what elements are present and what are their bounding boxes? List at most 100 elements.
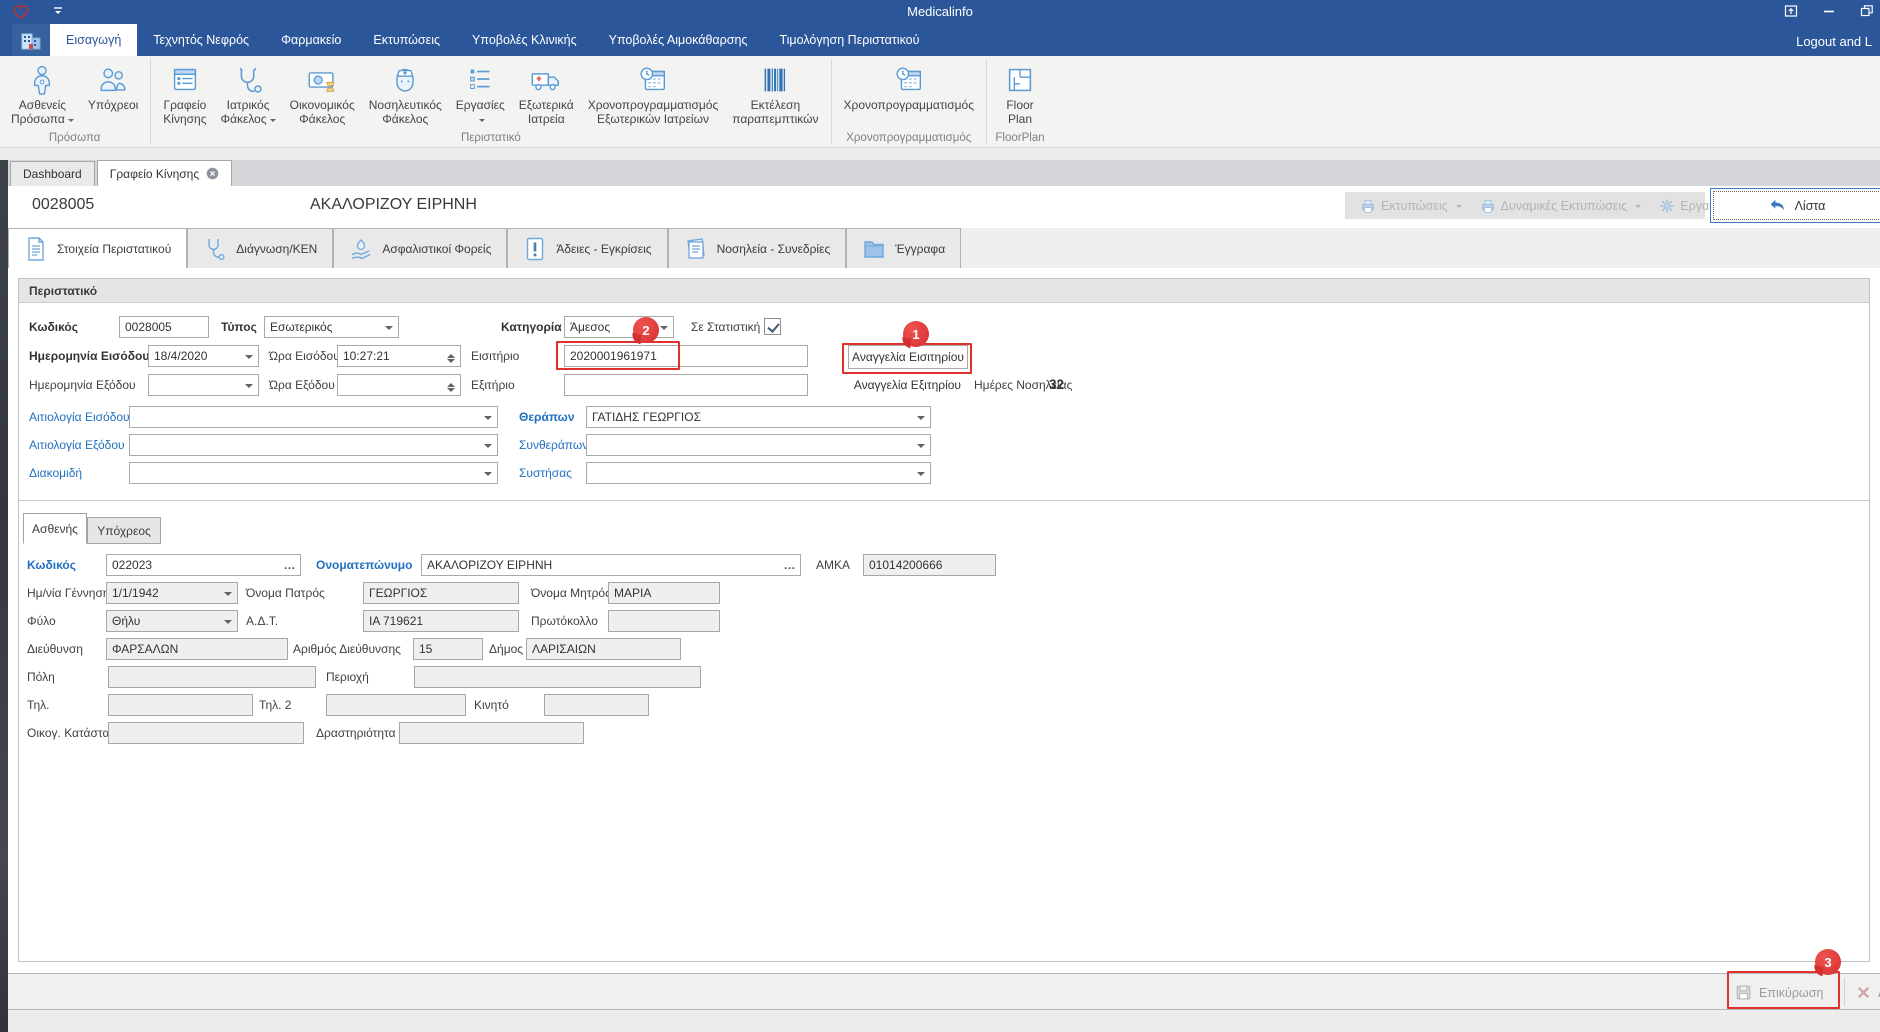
patient-tab-ypochreos[interactable]: Υπόχρεος: [87, 517, 161, 544]
til2-input: [326, 694, 466, 716]
ribbon-button-astheneis-prosopa[interactable]: Ασθενείς Πρόσωπα: [4, 58, 81, 132]
people-icon: [96, 62, 130, 98]
aitiologia-exodou-select[interactable]: [129, 434, 498, 456]
ribbon-button-nosileytikos-fakelos[interactable]: Νοσηλευτικός Φάκελος: [362, 58, 449, 132]
tab-stoixeia-peristatikou[interactable]: Στοιχεία Περιστατικού: [8, 228, 187, 268]
aitiologia-exodou-label[interactable]: Αιτιολογία Εξόδου: [29, 438, 125, 452]
tab-asfalistikoi-foreis[interactable]: Ασφαλιστικοί Φορείς: [333, 228, 507, 268]
patient-icon: [25, 62, 59, 98]
ora-exodou-label: Ώρα Εξόδου: [269, 378, 335, 392]
annotation-badge-1: 1: [903, 321, 929, 347]
ribbon-tab-farmakeio[interactable]: Φαρμακείο: [265, 24, 357, 56]
ribbon-group-label-peristatiko: Περιστατικό: [156, 132, 825, 147]
ribbon-button-grafeio-kinisis[interactable]: Γραφείο Κίνησης: [156, 58, 213, 132]
onomateponymo-input[interactable]: ΑΚΑΛΟΡΙΖΟΥ ΕΙΡΗΝΗ…: [421, 554, 801, 576]
tab-adeies-egkriseis[interactable]: Άδειες - Εγκρίσεις: [507, 228, 667, 268]
imerominia-eisodou-datepicker[interactable]: 18/4/2020: [148, 345, 259, 367]
imerominia-eisodou-label: Ημερομηνία Εισόδου: [29, 349, 149, 363]
tab-nosileia-synedries[interactable]: Νοσηλεία - Συνεδρίες: [668, 228, 847, 268]
annotation-box-epikyrosi: [1727, 971, 1840, 1009]
se-statistiki-checkbox[interactable]: [764, 318, 781, 335]
toolbar-dynamikes-ektyposeis-button[interactable]: Δυναμικές Εκτυπώσεις: [1471, 192, 1651, 219]
patient-kodikos-label: Κωδικός: [27, 558, 76, 572]
til2-label: Τηλ. 2: [259, 698, 291, 712]
close-tab-icon[interactable]: [206, 167, 219, 180]
ribbon-button-floor-plan[interactable]: Floor Plan: [992, 58, 1048, 132]
ribbon-button-oikonomikos-fakelos[interactable]: Οικονομικός Φάκελος: [283, 58, 362, 132]
systisas-label[interactable]: Συστήσας: [519, 466, 572, 480]
ribbon-button-exoterika-iatreia[interactable]: Εξωτερικά Ιατρεία: [512, 58, 581, 132]
diakomidi-label[interactable]: Διακομιδή: [29, 466, 82, 480]
dieythynsi-label: Διεύθυνση: [27, 642, 83, 656]
ribbon-button-xronoprogrammatismos[interactable]: Χρονοπρογραμματισμός: [837, 58, 982, 132]
ribbon-button-xronoprogrammatismos-exoterikon[interactable]: Χρονοπρογραμματισμός Εξωτερικών Ιατρείων: [581, 58, 726, 132]
therapon-label[interactable]: Θεράπων: [519, 410, 575, 424]
pin-window-icon[interactable]: [1784, 4, 1798, 18]
incident-code-header: 0028005: [32, 196, 94, 214]
adt-label: Α.Δ.Τ.: [246, 614, 278, 628]
restore-icon[interactable]: [1860, 4, 1874, 18]
fylo-select[interactable]: Θήλυ: [106, 610, 238, 632]
logout-label[interactable]: Logout and L: [1796, 34, 1872, 49]
folder-icon: [862, 236, 886, 262]
ribbon-tab-technitos-nefros[interactable]: Τεχνητός Νεφρός: [137, 24, 265, 56]
periochi-label: Περιοχή: [326, 670, 369, 684]
tab-diagnosi-ken[interactable]: Διάγνωση/ΚΕΝ: [187, 228, 333, 268]
patient-kodikos-input[interactable]: 022023…: [106, 554, 301, 576]
ribbon-tab-ypovoles-klinikis[interactable]: Υποβολές Κλινικής: [456, 24, 593, 56]
toolbar-ektyposeis-button[interactable]: Εκτυπώσεις: [1351, 192, 1471, 219]
onoma-mitros-input: ΜΑΡΙΑ: [608, 582, 720, 604]
ora-eisodou-label: Ώρα Εισόδου: [269, 349, 340, 363]
patient-tab-asthenis[interactable]: Ασθενής: [23, 513, 87, 544]
stethoscope-icon: [231, 62, 265, 98]
dropdown-caret-icon: [917, 416, 925, 424]
ribbon-tab-eisagogi[interactable]: Εισαγωγή: [50, 24, 137, 56]
anangelia-exitiriou-button[interactable]: Αναγγελία Εξιτηρίου: [831, 374, 966, 396]
tab-eggrafa[interactable]: Έγγραφα: [846, 228, 961, 268]
browse-ellipsis-button[interactable]: …: [282, 557, 298, 573]
syntherapon-select[interactable]: [586, 434, 931, 456]
annotation-badge-2: 2: [633, 317, 659, 343]
task-list-icon: [463, 62, 497, 98]
dropdown-caret-icon: [1456, 205, 1462, 211]
lista-button[interactable]: Λίστα: [1710, 188, 1880, 223]
katigoria-label: Κατηγορία: [501, 320, 562, 334]
ribbon-group-label-prosopa: Πρόσωπα: [4, 132, 145, 147]
incident-group-title: Περιστατικό: [19, 279, 1869, 303]
doc-tab-dashboard[interactable]: Dashboard: [10, 161, 95, 186]
ora-eisodou-spinner[interactable]: 10:27:21: [337, 345, 461, 367]
ribbon-tab-timologisi[interactable]: Τιμολόγηση Περιστατικού: [763, 24, 935, 56]
window-controls: [1784, 4, 1874, 18]
syntherapon-label[interactable]: Συνθεράπων: [519, 438, 588, 452]
exitirio-input[interactable]: [564, 374, 808, 396]
window-title: Medicalinfo: [0, 4, 1880, 19]
app-menu-button[interactable]: [12, 24, 50, 56]
ribbon-tab-ektyposeis[interactable]: Εκτυπώσεις: [357, 24, 456, 56]
aitiologia-eisodou-label[interactable]: Αιτιολογία Εισόδου: [29, 410, 130, 424]
doc-tab-grafeio-kinisis[interactable]: Γραφείο Κίνησης: [97, 160, 232, 186]
aitiologia-eisodou-select[interactable]: [129, 406, 498, 428]
ribbon-button-ergasies[interactable]: Εργασίες: [449, 58, 512, 132]
browse-ellipsis-button[interactable]: …: [782, 557, 798, 573]
akyrosi-button[interactable]: Ακύρωση: [1856, 980, 1880, 1005]
therapon-select[interactable]: ΓΑΤΙΔΗΣ ΓΕΩΡΓΙΟΣ: [586, 406, 931, 428]
ribbon-button-ektelesi-parapemptikon[interactable]: Εκτέλεση παραπεμπτικών: [725, 58, 825, 132]
patient-name-header: ΑΚΑΛΟΡΙΖΟΥ ΕΙΡΗΝΗ: [310, 196, 477, 214]
ribbon-button-iatrikos-fakelos[interactable]: Ιατρικός Φάκελος: [214, 58, 283, 132]
ribbon-tab-ypovoles-aimokatharsis[interactable]: Υποβολές Αιμοκάθαρσης: [593, 24, 764, 56]
oikog-katastasi-input: [108, 722, 304, 744]
dropdown-caret-icon: [479, 119, 485, 125]
se-statistiki-label: Σε Στατιστική: [691, 320, 760, 334]
systisas-select[interactable]: [586, 462, 931, 484]
diakomidi-select[interactable]: [129, 462, 498, 484]
ora-exodou-spinner[interactable]: [337, 374, 461, 396]
annotation-badge-3: 3: [1815, 949, 1841, 975]
dropdown-caret-icon: [917, 444, 925, 452]
imerominia-exodou-datepicker[interactable]: [148, 374, 259, 396]
typos-select[interactable]: Εσωτερικός: [264, 316, 399, 338]
kodikos-input[interactable]: 0028005: [119, 316, 209, 338]
im-gennisis-datepicker[interactable]: 1/1/1942: [106, 582, 238, 604]
ribbon-body: Ασθενείς Πρόσωπα Υπόχρεοι Πρόσωπα Γραφεί…: [0, 56, 1880, 148]
ribbon-button-ypochreoi[interactable]: Υπόχρεοι: [81, 58, 145, 132]
minimize-icon[interactable]: [1822, 4, 1836, 18]
